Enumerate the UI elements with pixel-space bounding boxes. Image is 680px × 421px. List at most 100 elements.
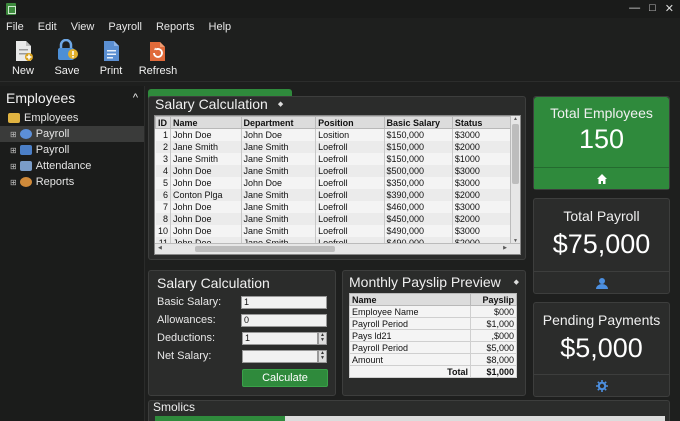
- table-row[interactable]: 3 Jane Smith Jane Smith Loefroll $150,000 $10…: [155, 152, 512, 165]
- menu-edit[interactable]: Edit: [38, 21, 57, 33]
- table-cell: 6: [155, 188, 172, 201]
- salary-col-header[interactable]: Position: [315, 116, 385, 129]
- table-cell: Jane Smith: [241, 224, 317, 237]
- salary-col-header[interactable]: Basic Salary: [383, 116, 453, 129]
- maximize-button[interactable]: □: [649, 2, 656, 15]
- payslip-total-label: Total: [349, 365, 471, 378]
- settings-button[interactable]: [534, 374, 669, 396]
- net-salary-spinner[interactable]: ▲ ▼: [318, 349, 327, 363]
- table-cell: Loefroll: [315, 164, 385, 177]
- salary-col-header[interactable]: Status: [451, 116, 512, 129]
- salary-col-header[interactable]: ID: [155, 116, 172, 129]
- save-button[interactable]: Save: [50, 36, 84, 81]
- menu-view[interactable]: View: [71, 21, 95, 33]
- sidebar-item-employees[interactable]: Employees: [0, 110, 144, 126]
- table-cell: Jane Smith: [241, 188, 317, 201]
- app-icon: [6, 3, 16, 15]
- sidebar-item-payroll[interactable]: ⊞ Payroll: [0, 126, 144, 142]
- salary-grid: ID Name Department Position Basic Salary Stat…: [154, 115, 521, 255]
- deductions-row: Deductions: ▲▼: [157, 329, 327, 347]
- calculate-button[interactable]: Calculate: [242, 369, 328, 387]
- table-cell: Jane Smith: [241, 152, 317, 165]
- folder-icon: [8, 113, 20, 123]
- vertical-scrollbar[interactable]: ▲ ▼: [510, 116, 520, 244]
- panel-menu-icon[interactable]: ◆: [278, 100, 283, 108]
- salary-col-header[interactable]: Department: [240, 116, 317, 129]
- table-cell: 3: [155, 152, 172, 165]
- table-row[interactable]: 1 John Doe John Doe Losition $150,000 $3000: [155, 128, 512, 141]
- table-cell: John Doe: [170, 128, 242, 141]
- basic-salary-input[interactable]: [241, 295, 327, 309]
- table-row[interactable]: 2 Jane Smith Jane Smith Loefroll $150,000 $20…: [155, 140, 512, 153]
- table-cell: Jane Smith: [241, 164, 317, 177]
- table-cell: $3000: [452, 224, 512, 237]
- menu-bar: File Edit View Payroll Reports Help: [0, 18, 680, 36]
- collapse-icon[interactable]: ^: [133, 92, 138, 104]
- close-button[interactable]: ✕: [665, 2, 674, 15]
- table-cell: $3000: [452, 164, 512, 177]
- sidebar-item-reports[interactable]: ⊞ Reports: [0, 174, 144, 190]
- home-icon: [596, 173, 607, 184]
- table-cell: Jane Smith: [241, 200, 317, 213]
- table-row: Payroll Period $5,000: [349, 341, 517, 354]
- table-cell: $490,000: [384, 224, 453, 237]
- deductions-input[interactable]: [242, 331, 318, 345]
- table-row[interactable]: 4 John Doe Jane Smith Loefroll $500,000 $3000: [155, 164, 512, 177]
- sidebar-item-attendance[interactable]: ⊞ Attendance: [0, 158, 144, 174]
- salary-table: ID Name Department Position Basic Salary Stat…: [155, 116, 512, 249]
- print-button[interactable]: Print: [94, 36, 128, 81]
- basic-salary-row: Basic Salary:: [157, 293, 327, 311]
- table-row[interactable]: 8 John Doe Jane Smith Loefroll $450,000 $2000: [155, 212, 512, 225]
- sidebar-item-label: Payroll: [35, 128, 70, 140]
- table-cell: John Doe: [170, 176, 242, 189]
- table-cell: $8,000: [470, 353, 517, 366]
- deductions-spinner[interactable]: ▲ ▼: [318, 331, 327, 345]
- table-cell: $5,000: [470, 341, 517, 354]
- minimize-button[interactable]: —: [629, 2, 640, 15]
- payroll-book-icon: [19, 145, 32, 155]
- table-cell: $000: [470, 305, 517, 318]
- table-cell: Loefroll: [315, 140, 385, 153]
- menu-file[interactable]: File: [6, 21, 24, 33]
- table-row: Pays ld21 ,$000: [349, 329, 517, 342]
- hscroll-thumb[interactable]: [195, 246, 335, 252]
- table-cell: Amount: [349, 353, 471, 366]
- new-label: New: [11, 65, 34, 77]
- table-row[interactable]: 7 John Doe Jane Smith Loefroll $460,000 $3000: [155, 200, 512, 213]
- salary-table-panel: Salary Calculation ◆ ID Name Department Pos…: [148, 96, 526, 260]
- refresh-button[interactable]: Refresh: [138, 36, 178, 81]
- horizontal-scrollbar[interactable]: ◀ ▶: [155, 243, 520, 254]
- reports-icon: [19, 177, 32, 187]
- sidebar-item-label: Reports: [35, 176, 75, 188]
- table-row[interactable]: 5 John Doe John Doe Loefroll $350,000 $3000: [155, 176, 512, 189]
- card-title: Pending Payments: [542, 312, 661, 328]
- table-cell: 7: [155, 200, 172, 213]
- table-cell: Pays ld21: [349, 329, 471, 342]
- user-button[interactable]: [534, 271, 669, 293]
- table-cell: 8: [155, 212, 172, 225]
- toolbar: New Save Print Refresh: [0, 36, 680, 82]
- table-row[interactable]: 6 Conton Plga Jane Smith Loefroll $390,000 $2…: [155, 188, 512, 201]
- allowances-input[interactable]: [241, 313, 327, 327]
- table-cell: $3000: [452, 128, 512, 141]
- menu-reports[interactable]: Reports: [156, 21, 195, 33]
- table-cell: John Doe: [170, 164, 242, 177]
- sidebar-item-label: Payroll: [35, 144, 70, 156]
- home-button[interactable]: [534, 167, 669, 189]
- table-cell: Loefroll: [315, 224, 385, 237]
- panel-menu-icon[interactable]: ◆: [514, 278, 519, 286]
- sidebar-item-payroll-book[interactable]: ⊞ Payroll: [0, 142, 144, 158]
- net-salary-input[interactable]: [242, 349, 318, 363]
- menu-help[interactable]: Help: [209, 21, 232, 33]
- scrollbar-thumb[interactable]: [512, 124, 519, 184]
- net-salary-row: Net Salary: ▲ ▼: [157, 347, 327, 365]
- salary-col-header[interactable]: Name: [170, 116, 242, 129]
- bottom-tab-active[interactable]: [155, 416, 285, 421]
- new-button[interactable]: New: [6, 36, 40, 81]
- sidebar-item-label: Attendance: [35, 160, 92, 172]
- attendance-icon: [19, 161, 32, 171]
- table-cell: Loefroll: [315, 200, 385, 213]
- table-cell: $2000: [452, 188, 512, 201]
- menu-payroll[interactable]: Payroll: [108, 21, 142, 33]
- table-row[interactable]: 10 John Doe Jane Smith Loefroll $490,000 $300…: [155, 224, 512, 237]
